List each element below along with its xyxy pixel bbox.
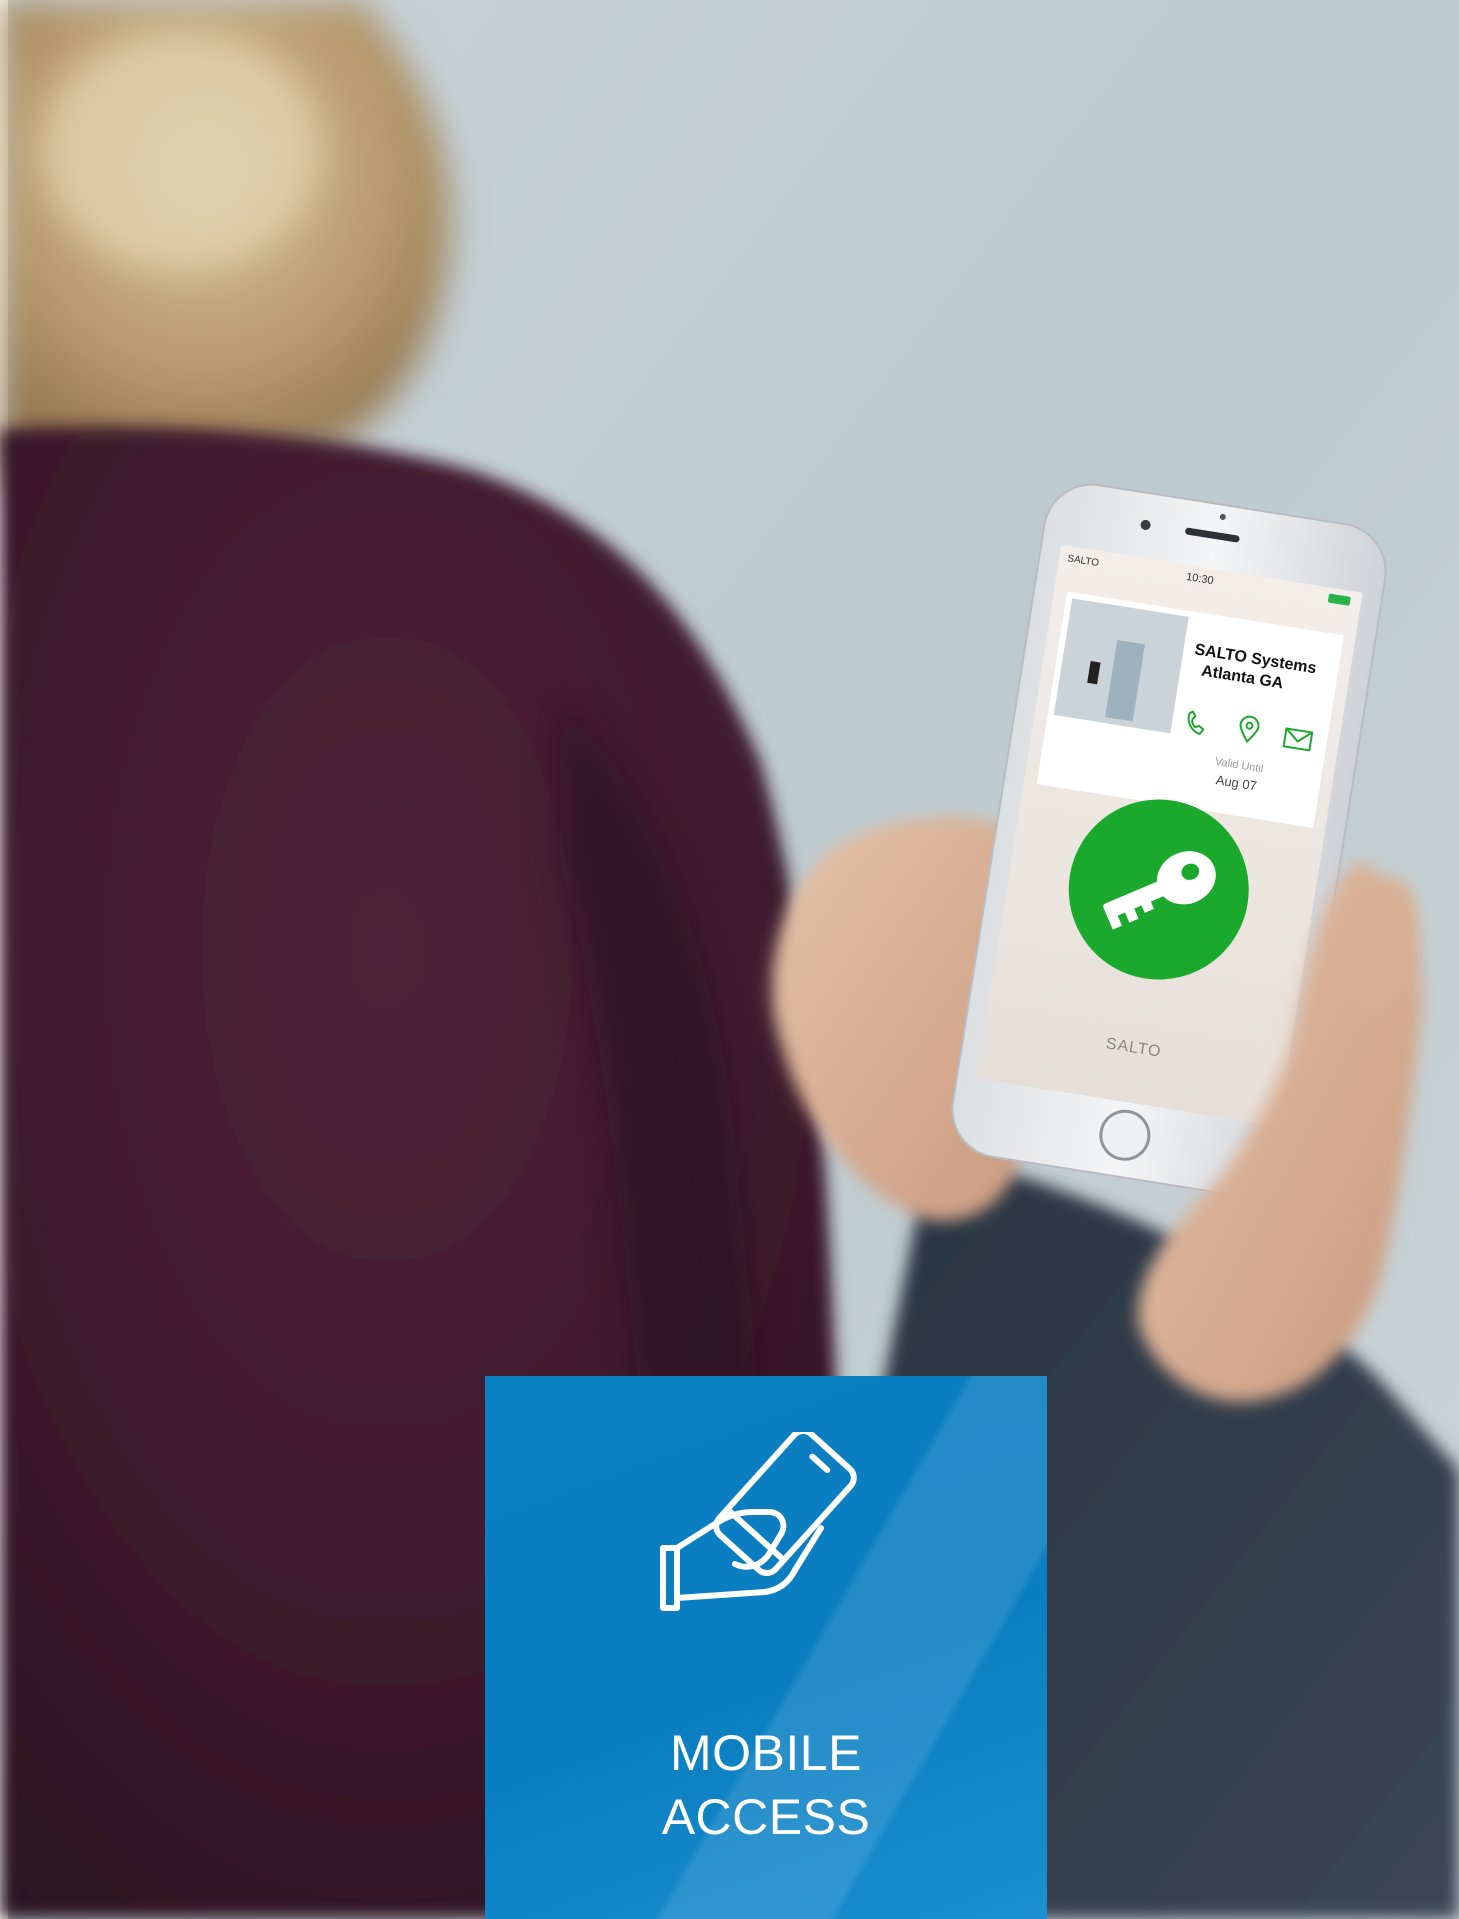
tile-title-line2: ACCESS (661, 1789, 871, 1845)
hand-holding-phone-icon (660, 1432, 857, 1611)
mobile-access-tile: MOBILE ACCESS (485, 1376, 1047, 1919)
tile-title: MOBILE ACCESS (485, 1721, 1047, 1849)
tile-title-line1: MOBILE (670, 1725, 862, 1781)
hair-highlight (40, 30, 320, 270)
